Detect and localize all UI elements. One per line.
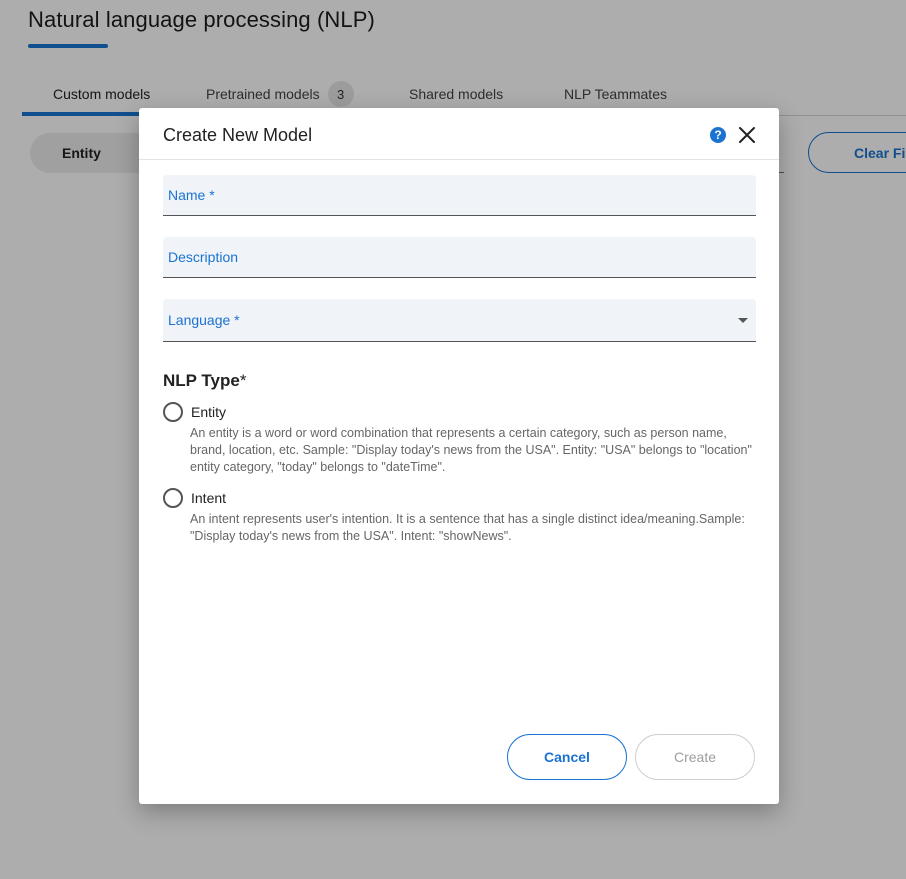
name-input[interactable] — [163, 175, 756, 215]
cancel-button[interactable]: Cancel — [507, 734, 627, 780]
radio-entity[interactable]: Entity — [163, 402, 226, 422]
intent-description: An intent represents user's intention. I… — [190, 512, 745, 543]
dialog-title: Create New Model — [163, 125, 313, 145]
create-button[interactable]: Create — [635, 734, 755, 780]
radio-entity-label: Entity — [191, 404, 227, 420]
radio-button[interactable] — [163, 402, 183, 422]
description-input[interactable] — [163, 237, 756, 277]
radio-button[interactable] — [163, 488, 183, 508]
dialog-header: Create New Model ? — [139, 108, 779, 160]
help-icon[interactable]: ? — [710, 127, 726, 143]
nlp-type-title: NLP Type* — [163, 371, 246, 391]
entity-description: An entity is a word or word combination … — [190, 426, 752, 474]
language-select[interactable]: Language * — [163, 299, 756, 342]
dropdown-arrow-icon — [738, 318, 748, 323]
close-icon[interactable] — [738, 126, 756, 144]
nlp-type-title-text: NLP Type — [163, 371, 240, 390]
radio-intent[interactable]: Intent — [163, 488, 226, 508]
description-field[interactable]: Description — [163, 237, 756, 278]
name-field[interactable]: Name * — [163, 175, 756, 216]
language-select-label: Language * — [168, 312, 240, 328]
radio-intent-label: Intent — [191, 490, 227, 506]
required-marker: * — [239, 371, 247, 390]
create-model-dialog: Create New Model ? Name * Description La… — [139, 108, 779, 804]
